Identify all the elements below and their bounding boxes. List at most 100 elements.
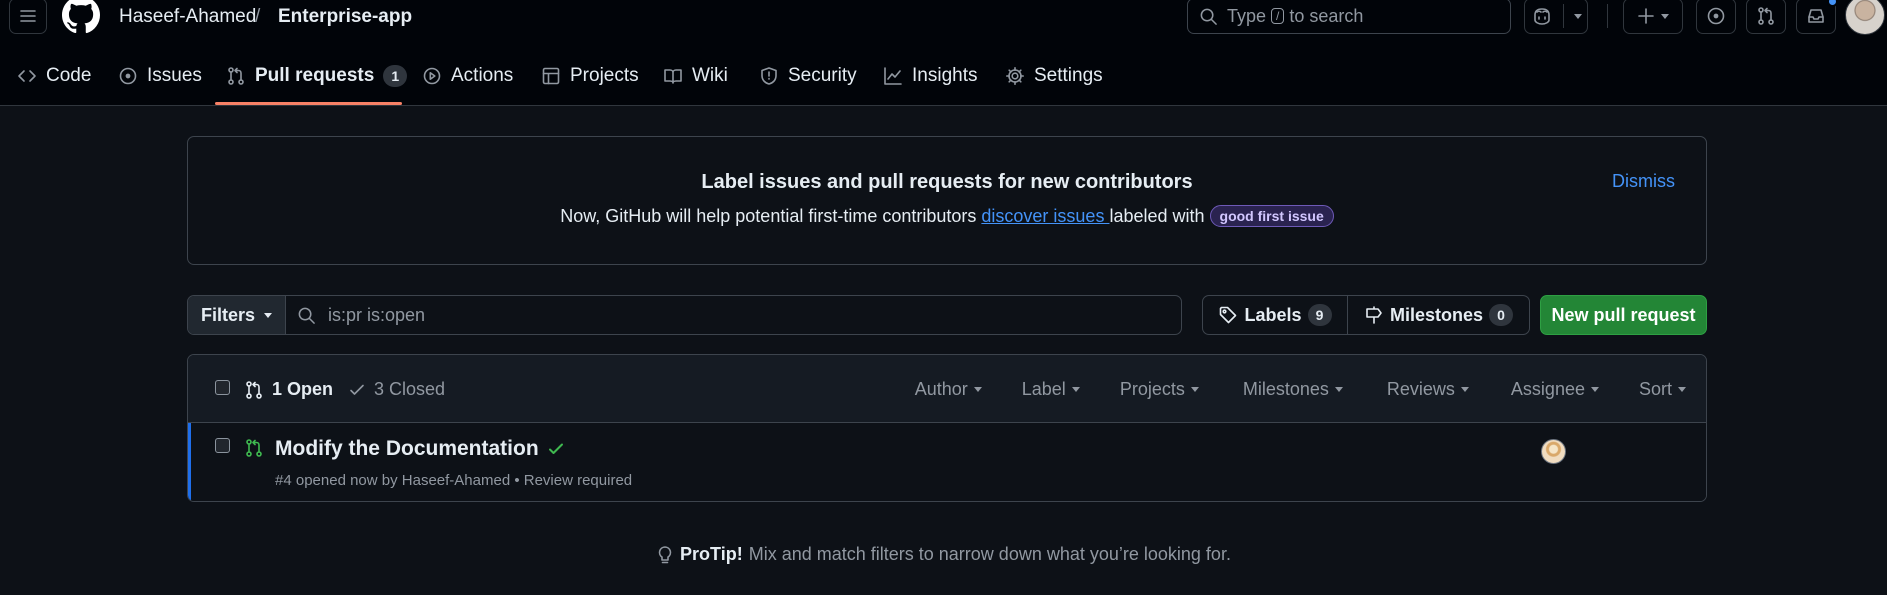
reviews-dropdown[interactable]: Reviews bbox=[1387, 379, 1469, 400]
tab-label: Wiki bbox=[692, 65, 728, 86]
assignee-avatar[interactable] bbox=[1541, 439, 1566, 464]
pr-title: Modify the Documentation bbox=[275, 437, 539, 460]
assignee-dropdown[interactable]: Assignee bbox=[1511, 379, 1599, 400]
issue-opened-icon bbox=[118, 66, 138, 86]
tab-actions[interactable]: Actions bbox=[422, 62, 513, 90]
sort-options: Author Label Projects Milestones Reviews… bbox=[915, 379, 1686, 400]
sort-label: Reviews bbox=[1386, 379, 1455, 399]
tab-label: Projects bbox=[570, 65, 639, 86]
issue-opened-icon bbox=[1706, 6, 1726, 26]
projects-dropdown[interactable]: Projects bbox=[1120, 379, 1199, 400]
sort-label: Author bbox=[914, 379, 968, 399]
row-selected-bar bbox=[188, 423, 191, 501]
tab-projects[interactable]: Projects bbox=[541, 62, 639, 90]
select-all-checkbox[interactable] bbox=[215, 380, 230, 395]
light-bulb-icon bbox=[656, 545, 674, 565]
pull-request-list: 1 Open 3 Closed Author Label Projects Mi… bbox=[187, 354, 1707, 502]
labels-label: Labels bbox=[1244, 304, 1302, 325]
menu-button[interactable] bbox=[9, 0, 47, 34]
sort-label: Projects bbox=[1119, 379, 1185, 399]
search-input[interactable]: Type / to search bbox=[1187, 0, 1511, 34]
tab-security[interactable]: Security bbox=[759, 62, 857, 90]
label-dropdown[interactable]: Label bbox=[1022, 379, 1080, 400]
code-icon bbox=[17, 66, 37, 86]
filter-bar: Filters is:pr is:open bbox=[187, 295, 1182, 335]
banner-title: Label issues and pull requests for new c… bbox=[701, 171, 1193, 193]
check-icon bbox=[348, 381, 366, 399]
active-tab-underline bbox=[215, 102, 402, 105]
labels-button[interactable]: Labels 9 bbox=[1203, 296, 1348, 334]
tab-issues[interactable]: Issues bbox=[118, 62, 202, 90]
copilot-icon bbox=[1531, 6, 1553, 26]
tab-label: Pull requests bbox=[255, 65, 375, 86]
chevron-down-icon bbox=[1573, 13, 1582, 19]
check-passing-icon[interactable] bbox=[547, 440, 565, 458]
contributors-banner: Label issues and pull requests for new c… bbox=[187, 136, 1707, 265]
new-pull-request-button[interactable]: New pull request bbox=[1540, 295, 1707, 335]
filter-query: is:pr is:open bbox=[328, 304, 426, 325]
protip-text: Mix and match filters to narrow down wha… bbox=[748, 544, 1231, 564]
tab-label: Security bbox=[788, 65, 857, 86]
create-new-button[interactable] bbox=[1623, 0, 1683, 34]
discover-issues-link[interactable]: discover issues bbox=[981, 206, 1109, 226]
row-checkbox[interactable] bbox=[215, 438, 230, 453]
user-avatar[interactable] bbox=[1845, 0, 1885, 35]
tab-label: Code bbox=[46, 65, 92, 86]
filter-search-input[interactable]: is:pr is:open bbox=[286, 296, 1181, 334]
gear-icon bbox=[1005, 66, 1025, 86]
banner-desc-post: labeled with bbox=[1109, 206, 1210, 226]
search-placeholder-post: to search bbox=[1289, 5, 1364, 26]
copilot-divider bbox=[1562, 4, 1564, 28]
pr-meta: #4 opened now by Haseef-Ahamed • Review … bbox=[275, 472, 633, 489]
tab-label: Insights bbox=[912, 65, 978, 86]
dismiss-button[interactable]: Dismiss bbox=[1612, 171, 1675, 192]
breadcrumb-owner[interactable]: Haseef-Ahamed bbox=[119, 6, 256, 28]
tag-icon bbox=[1218, 305, 1238, 325]
sort-label: Assignee bbox=[1510, 379, 1585, 399]
sort-label: Label bbox=[1021, 379, 1066, 399]
hamburger-icon bbox=[18, 6, 38, 26]
table-icon bbox=[541, 66, 561, 86]
protip-label: ProTip! bbox=[680, 544, 743, 564]
plus-icon bbox=[1637, 7, 1655, 25]
labels-milestones-group: Labels 9 Milestones 0 bbox=[1202, 295, 1530, 335]
open-count: 1 Open bbox=[272, 379, 334, 399]
git-pull-request-open-icon bbox=[244, 438, 264, 458]
breadcrumb-repo[interactable]: Enterprise-app bbox=[278, 6, 412, 28]
chevron-down-icon bbox=[973, 387, 982, 392]
breadcrumb-separator: / bbox=[255, 6, 261, 27]
notification-dot bbox=[1827, 0, 1838, 7]
tab-insights[interactable]: Insights bbox=[883, 62, 977, 90]
header-divider bbox=[1607, 4, 1608, 28]
tab-settings[interactable]: Settings bbox=[1005, 62, 1103, 90]
graph-icon bbox=[883, 66, 903, 86]
good-first-issue-label[interactable]: good first issue bbox=[1209, 205, 1334, 227]
milestones-button[interactable]: Milestones 0 bbox=[1348, 296, 1529, 334]
closed-filter[interactable]: 3 Closed bbox=[348, 379, 445, 400]
copilot-button[interactable] bbox=[1524, 0, 1588, 34]
chevron-down-icon bbox=[1071, 387, 1080, 392]
pr-title-link[interactable]: Modify the Documentation bbox=[275, 437, 565, 461]
tab-label: Settings bbox=[1034, 65, 1103, 86]
tab-wiki[interactable]: Wiki bbox=[663, 62, 728, 90]
chevron-down-icon bbox=[1190, 387, 1199, 392]
git-pull-request-icon bbox=[1756, 6, 1776, 26]
github-logo[interactable] bbox=[62, 0, 100, 34]
chevron-down-icon bbox=[1661, 13, 1669, 19]
closed-count: 3 Closed bbox=[374, 379, 446, 399]
open-filter[interactable]: 1 Open bbox=[244, 379, 333, 400]
author-dropdown[interactable]: Author bbox=[915, 379, 982, 400]
sort-label: Sort bbox=[1638, 379, 1672, 399]
tab-pull-requests[interactable]: Pull requests 1 bbox=[226, 62, 408, 90]
milestones-label: Milestones bbox=[1389, 304, 1484, 325]
table-row[interactable]: Modify the Documentation #4 opened now b… bbox=[188, 423, 1706, 501]
list-header: 1 Open 3 Closed Author Label Projects Mi… bbox=[188, 355, 1706, 423]
sort-dropdown[interactable]: Sort bbox=[1639, 379, 1686, 400]
issues-button[interactable] bbox=[1696, 0, 1736, 34]
tab-label: Actions bbox=[451, 65, 514, 86]
filters-dropdown[interactable]: Filters bbox=[188, 296, 286, 334]
pull-requests-button[interactable] bbox=[1746, 0, 1786, 34]
git-pull-request-icon bbox=[244, 380, 264, 400]
milestones-dropdown[interactable]: Milestones bbox=[1243, 379, 1343, 400]
tab-code[interactable]: Code bbox=[17, 62, 91, 90]
